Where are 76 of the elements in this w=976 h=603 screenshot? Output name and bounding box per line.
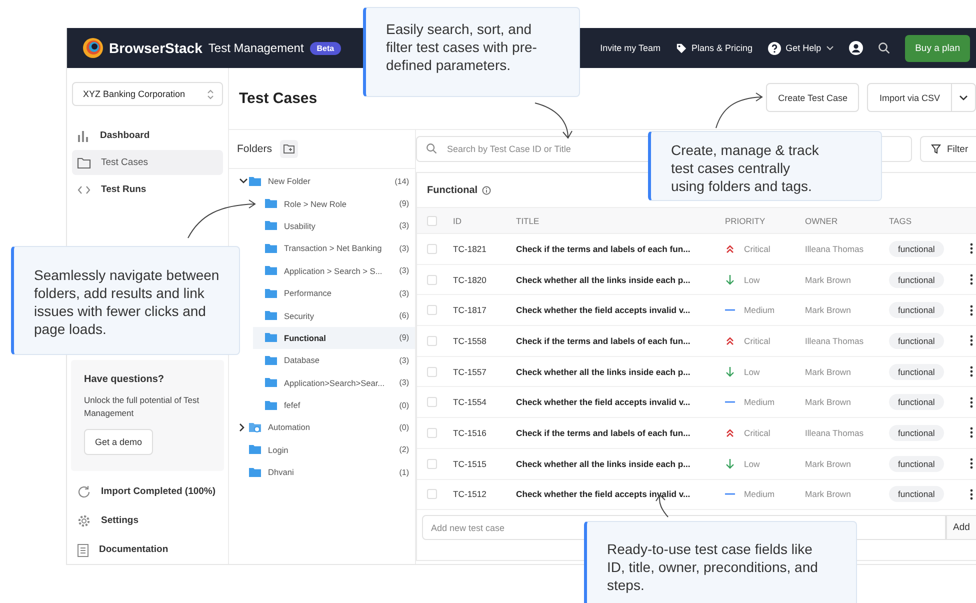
folder-count: (9) bbox=[399, 199, 409, 208]
tag-chip: functional bbox=[889, 456, 944, 472]
folder-count: (0) bbox=[399, 422, 409, 432]
folder-count: (3) bbox=[399, 266, 409, 276]
product-name: Test Management bbox=[208, 41, 304, 55]
tag-chip: functional bbox=[889, 332, 944, 349]
priority-label: Medium bbox=[744, 397, 775, 408]
folder-count: (0) bbox=[399, 400, 409, 410]
tag-chip: functional bbox=[889, 364, 944, 380]
table-cell-text: Check if the terms and labels of each fun... bbox=[516, 244, 692, 254]
promo-text: Unlock the full potential of Test Management bbox=[84, 394, 200, 420]
column-header: TAGS bbox=[889, 216, 913, 226]
table-cell-text: Illeana Thomas bbox=[805, 244, 865, 254]
table-title: Functional bbox=[427, 184, 478, 196]
folders-title: Folders bbox=[237, 143, 272, 155]
callout-text: Seamlessly navigate between folders, add results and link issues with fewer clicks and page loads. bbox=[34, 266, 220, 338]
folder-count: (2) bbox=[399, 445, 409, 454]
table-cell-text: TC-1821 bbox=[453, 244, 488, 254]
column-header: ID bbox=[453, 216, 462, 226]
table-cell-text: Check whether all the links inside each p... bbox=[516, 366, 692, 377]
priority-label: Low bbox=[744, 366, 760, 377]
page-title: Test Cases bbox=[239, 90, 318, 107]
folder-count: (3) bbox=[399, 221, 409, 230]
table-cell-text: Mark Brown bbox=[805, 274, 852, 285]
table-cell-text: Check whether all the links inside each p... bbox=[516, 274, 692, 285]
column-header: OWNER bbox=[805, 216, 839, 226]
tag-chip: functional bbox=[889, 302, 944, 318]
folder-count: (3) bbox=[399, 378, 409, 388]
tag-chip: functional bbox=[889, 272, 944, 288]
table-cell-text: Illeana Thomas bbox=[805, 336, 865, 346]
tag-chip: functional bbox=[889, 424, 944, 441]
priority-label: Low bbox=[744, 458, 760, 469]
callout-text: Ready-to-use test case fields like ID, title, owner, preconditions, and steps. bbox=[607, 540, 819, 594]
table-cell-text: Mark Brown bbox=[805, 366, 852, 377]
priority-label: Medium bbox=[744, 489, 775, 500]
tag-chip: functional bbox=[889, 240, 944, 257]
callout-text: Create, manage & track test cases centrally using folders and tags. bbox=[671, 141, 820, 195]
table-cell-text: Check whether the field accepts invalid v... bbox=[516, 489, 692, 500]
table-cell-text: TC-1554 bbox=[453, 397, 488, 408]
brand-name: BrowserStack bbox=[109, 40, 202, 56]
table-cell-text: TC-1512 bbox=[453, 489, 488, 500]
table-cell-text: Mark Brown bbox=[805, 305, 852, 316]
column-header: PRIORITY bbox=[725, 216, 766, 226]
table-cell-text: TC-1558 bbox=[453, 336, 488, 346]
table-cell-text: Check whether all the links inside each p... bbox=[516, 458, 692, 469]
table-cell-text: Check whether the field accepts invalid v... bbox=[516, 305, 692, 316]
folder-count: (1) bbox=[399, 468, 409, 477]
folder-count: (6) bbox=[399, 311, 409, 320]
column-header: TITLE bbox=[516, 216, 540, 226]
table-cell-text: TC-1516 bbox=[453, 428, 488, 438]
table-cell-text: TC-1817 bbox=[453, 305, 488, 316]
table-cell-text: Check if the terms and labels of each fun... bbox=[516, 428, 692, 438]
table-cell-text: Check whether the field accepts invalid v... bbox=[516, 397, 692, 408]
folder-count: (3) bbox=[399, 356, 409, 365]
priority-label: Critical bbox=[744, 428, 770, 438]
table-cell-text: Check if the terms and labels of each fun... bbox=[516, 336, 692, 346]
priority-label: Critical bbox=[744, 336, 770, 346]
folder-count: (3) bbox=[399, 244, 409, 253]
promo-title: Have questions? bbox=[84, 374, 166, 385]
table-cell-text: TC-1515 bbox=[453, 458, 488, 469]
folder-count: (9) bbox=[399, 333, 409, 342]
priority-label: Medium bbox=[744, 305, 775, 316]
callout-text: Easily search, sort, and filter test cases with pre-defined parameters. bbox=[386, 20, 538, 74]
priority-label: Critical bbox=[744, 244, 770, 254]
priority-label: Low bbox=[744, 274, 760, 285]
table-cell-text: TC-1820 bbox=[453, 274, 488, 285]
folder-count: (3) bbox=[399, 288, 409, 298]
tag-chip: functional bbox=[889, 486, 944, 502]
beta-badge: Beta bbox=[310, 42, 342, 54]
tag-chip: functional bbox=[889, 394, 944, 410]
table-cell-text: Mark Brown bbox=[805, 489, 852, 500]
table-cell-text: Mark Brown bbox=[805, 397, 852, 408]
table-cell-text: Illeana Thomas bbox=[805, 428, 865, 438]
table-cell-text: Mark Brown bbox=[805, 458, 852, 469]
table-cell-text: TC-1557 bbox=[453, 366, 488, 377]
folder-count: (14) bbox=[394, 176, 409, 186]
